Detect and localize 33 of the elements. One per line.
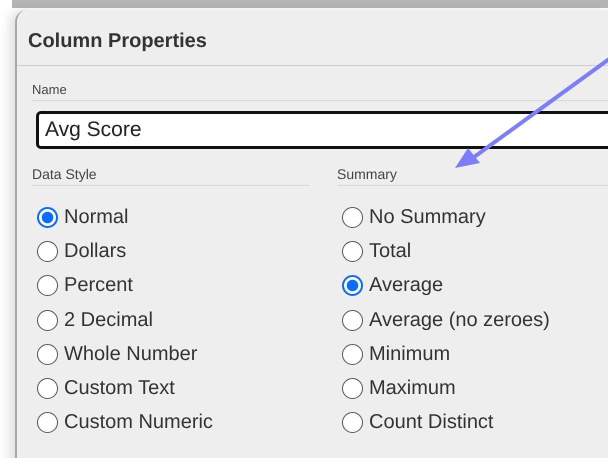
radio-button[interactable]	[342, 412, 363, 434]
radio-option[interactable]: Dollars	[32, 234, 310, 269]
radio-button[interactable]	[342, 344, 363, 365]
radio-option[interactable]: Percent	[32, 268, 310, 303]
radio-option[interactable]: Minimum	[337, 337, 608, 372]
radio-button[interactable]	[37, 412, 58, 434]
radio-option[interactable]: Average	[337, 268, 608, 303]
radio-option[interactable]: Average (no zeroes)	[337, 302, 608, 338]
radio-option[interactable]: Total	[337, 234, 608, 269]
radio-button[interactable]	[37, 275, 58, 296]
dialog-title: Column Properties	[17, 10, 608, 66]
radio-button[interactable]	[342, 275, 363, 296]
group-label: Data Style	[32, 166, 310, 186]
radio-button[interactable]	[342, 310, 363, 331]
radio-button[interactable]	[37, 206, 58, 228]
radio-option[interactable]: Custom Numeric	[32, 406, 310, 440]
radio-option[interactable]: No Summary	[337, 200, 608, 234]
radio-button[interactable]	[37, 378, 58, 400]
radio-option[interactable]: Normal	[32, 200, 310, 234]
name-field[interactable]: Avg Score	[36, 111, 608, 149]
group-label: Summary	[337, 166, 608, 186]
radio-option[interactable]: Custom Text	[32, 371, 310, 406]
radio-button[interactable]	[37, 240, 58, 262]
radio-option[interactable]: Whole Number	[32, 337, 310, 372]
radio-option[interactable]: Count Distinct	[337, 406, 608, 440]
radio-button[interactable]	[37, 310, 58, 331]
radio-button[interactable]	[342, 378, 363, 400]
radio-option[interactable]: Maximum	[337, 371, 608, 406]
radio-button[interactable]	[342, 240, 363, 262]
radio-button[interactable]	[37, 344, 58, 365]
field-label: Name	[32, 82, 608, 101]
radio-button[interactable]	[342, 206, 363, 228]
radio-option[interactable]: 2 Decimal	[32, 302, 310, 338]
